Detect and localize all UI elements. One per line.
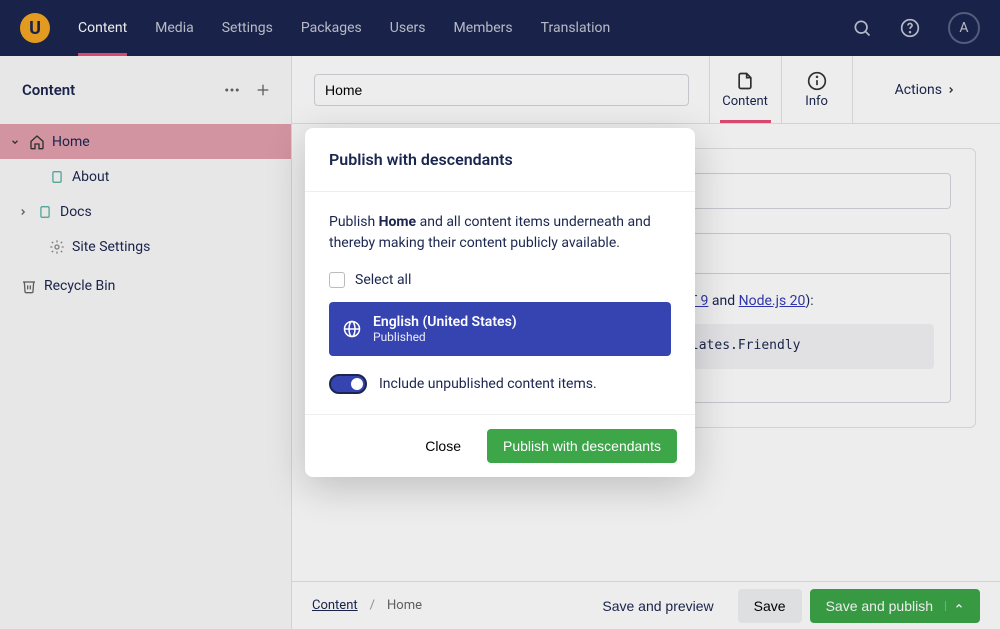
include-unpublished-toggle[interactable] <box>329 374 367 394</box>
include-unpublished-label: Include unpublished content items. <box>379 376 597 392</box>
modal-close-button[interactable]: Close <box>409 429 477 463</box>
select-all-checkbox[interactable] <box>329 272 345 288</box>
modal-title: Publish with descendants <box>305 128 695 192</box>
modal-overlay[interactable]: Publish with descendants Publish Home an… <box>0 0 1000 629</box>
modal-confirm-button[interactable]: Publish with descendants <box>487 429 677 463</box>
select-all-row[interactable]: Select all <box>329 272 671 288</box>
publish-descendants-modal: Publish with descendants Publish Home an… <box>305 128 695 477</box>
language-option[interactable]: English (United States) Published <box>329 302 671 356</box>
globe-icon <box>343 320 361 338</box>
modal-description: Publish Home and all content items under… <box>329 212 671 254</box>
